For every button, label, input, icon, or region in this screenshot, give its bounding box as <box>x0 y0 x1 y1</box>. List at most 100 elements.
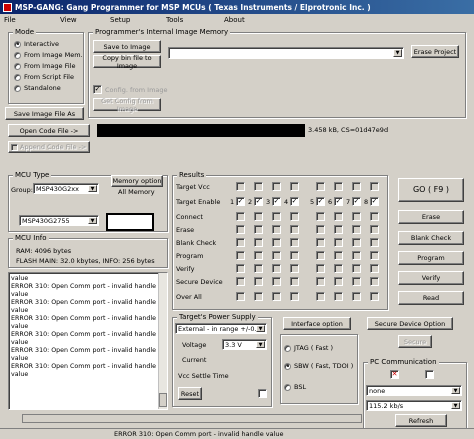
result-cell <box>272 225 281 234</box>
mode-interactive[interactable]: Interactive <box>14 40 83 48</box>
dropdown-arrow-icon[interactable]: ▼ <box>256 325 265 332</box>
power-source-select[interactable]: External - in range +/-0.3V ▼ <box>175 323 267 334</box>
go-button[interactable]: GO ( F9 ) <box>398 178 464 202</box>
secure-button[interactable]: Secure <box>398 335 432 348</box>
result-cell <box>370 182 379 191</box>
get-config-from-image-button[interactable]: Get Config from Image <box>93 97 161 113</box>
menu-view[interactable]: View <box>60 16 77 24</box>
comm-checkbox[interactable] <box>425 370 434 379</box>
interface-sbw[interactable]: SBW ( Fast, TDOI ) <box>284 362 353 370</box>
interface-option-button[interactable]: Interface option <box>283 317 351 330</box>
target-enable-checkbox[interactable]: ✓ <box>352 197 361 206</box>
erase-project-button[interactable]: Erase Project <box>411 45 459 58</box>
radio-icon[interactable] <box>284 344 291 352</box>
log-line: value <box>11 275 29 282</box>
dropdown-arrow-icon[interactable]: ▼ <box>451 387 460 394</box>
target-enable-checkbox[interactable]: ✓ <box>290 197 299 206</box>
result-cell <box>290 212 299 221</box>
mode-standalone[interactable]: Standalone <box>14 84 83 92</box>
comm-status-checkbox[interactable]: ✕ <box>390 370 399 379</box>
result-cell <box>370 251 379 260</box>
erase-button[interactable]: Erase <box>398 210 464 224</box>
interface-jtag[interactable]: JTAG ( Fast ) <box>284 344 333 352</box>
program-button[interactable]: Program <box>398 251 464 265</box>
read-button[interactable]: Read <box>398 291 464 305</box>
result-cell <box>370 225 379 234</box>
radio-icon[interactable] <box>14 40 21 48</box>
mcu-device-select[interactable]: MSP430G2755 ▼ <box>19 215 99 226</box>
target-enable-checkbox[interactable]: ✓ <box>370 197 379 206</box>
dropdown-arrow-icon[interactable]: ▼ <box>451 402 460 409</box>
checkbox-icon[interactable] <box>11 143 18 151</box>
log-line: ERROR 310: Open Comm port - invalid hand… <box>11 331 157 338</box>
target-enable-checkbox[interactable]: ✓ <box>316 197 325 206</box>
log-scrollbar[interactable] <box>158 273 167 409</box>
mode-label: Mode <box>13 28 37 37</box>
menu-tools[interactable]: Tools <box>166 16 183 24</box>
code-file-path <box>97 124 305 137</box>
mcu-preview-box <box>106 213 154 231</box>
target-enable-checkbox[interactable]: ✓ <box>334 197 343 206</box>
result-cell <box>370 277 379 286</box>
result-cell <box>236 264 245 273</box>
target-number: 5 <box>310 198 315 206</box>
target-enable-checkbox[interactable]: ✓ <box>254 197 263 206</box>
checkbox-icon[interactable]: ✓ <box>93 85 102 94</box>
copy-bin-to-image-button[interactable]: Copy bin file to Image <box>93 54 161 70</box>
voltage-label: Voltage <box>182 341 207 349</box>
result-cell <box>290 182 299 191</box>
result-row-label: Secure Device <box>176 278 223 286</box>
dropdown-arrow-icon[interactable]: ▼ <box>256 341 265 348</box>
dropdown-arrow-icon[interactable]: ▼ <box>88 185 97 192</box>
voltage-select[interactable]: 3.3 V ▼ <box>222 339 267 350</box>
log-line: value <box>11 371 29 378</box>
reset-button[interactable]: Reset <box>178 387 202 400</box>
result-cell <box>272 182 281 191</box>
target-number: 8 <box>364 198 369 206</box>
append-code-file-button[interactable]: Append Code File -> <box>8 141 90 153</box>
log-listbox[interactable]: value ERROR 310: Open Comm port - invali… <box>8 272 168 410</box>
menu-setup[interactable]: Setup <box>110 16 130 24</box>
result-cell <box>370 238 379 247</box>
dropdown-arrow-icon[interactable]: ▼ <box>393 49 402 57</box>
result-cell <box>316 264 325 273</box>
radio-icon[interactable] <box>14 51 21 59</box>
save-to-image-button[interactable]: Save to Image <box>93 40 161 53</box>
radio-icon[interactable] <box>284 362 291 370</box>
blank-check-button[interactable]: Blank Check <box>398 231 464 245</box>
refresh-button[interactable]: Refresh <box>395 414 447 427</box>
mode-script-file[interactable]: From Script File <box>14 73 83 81</box>
mode-image-mem[interactable]: From Image Mem. <box>14 51 83 59</box>
result-cell <box>236 238 245 247</box>
memory-option-button[interactable]: Memory option <box>111 175 163 187</box>
pc-communication-label: PC Communication <box>368 358 439 367</box>
menu-about[interactable]: About <box>224 16 245 24</box>
comm-port-select[interactable]: none ▼ <box>366 385 462 396</box>
result-cell <box>334 182 343 191</box>
config-from-image-checkbox[interactable]: ✓ Config. from Image <box>93 85 168 94</box>
open-code-file-button[interactable]: Open Code File -> <box>8 124 90 137</box>
mode-image-file[interactable]: From Image File <box>14 62 83 70</box>
interface-bsl[interactable]: BSL <box>284 383 306 391</box>
image-select[interactable]: ▼ <box>168 47 404 59</box>
mcu-group-select[interactable]: MSP430G2xx ▼ <box>33 183 99 194</box>
target-enable-checkbox[interactable]: ✓ <box>272 197 281 206</box>
verify-button[interactable]: Verify <box>398 271 464 285</box>
radio-icon[interactable] <box>14 73 21 81</box>
radio-icon[interactable] <box>284 383 291 391</box>
secure-device-option-button[interactable]: Secure Device Option <box>367 317 453 330</box>
radio-icon[interactable] <box>14 84 21 92</box>
window-title: MSP-GANG: Gang Programmer for MSP MCUs (… <box>15 2 371 12</box>
menu-file[interactable]: File <box>4 16 16 24</box>
save-image-file-button[interactable]: Save Image File As <box>5 107 84 120</box>
target-enable-checkbox[interactable]: ✓ <box>236 197 245 206</box>
radio-icon[interactable] <box>14 62 21 70</box>
target-number: 1 <box>230 198 235 206</box>
mcu-flash: FLASH MAIN: 32.0 kbytes, INFO: 256 bytes <box>16 257 155 265</box>
dropdown-arrow-icon[interactable]: ▼ <box>88 217 97 224</box>
result-row-label: Erase <box>176 226 195 234</box>
result-cell <box>352 277 361 286</box>
baud-rate-select[interactable]: 115.2 kb/s ▼ <box>366 400 462 411</box>
scrollbar-thumb[interactable] <box>159 393 167 407</box>
power-checkbox[interactable] <box>258 389 267 398</box>
